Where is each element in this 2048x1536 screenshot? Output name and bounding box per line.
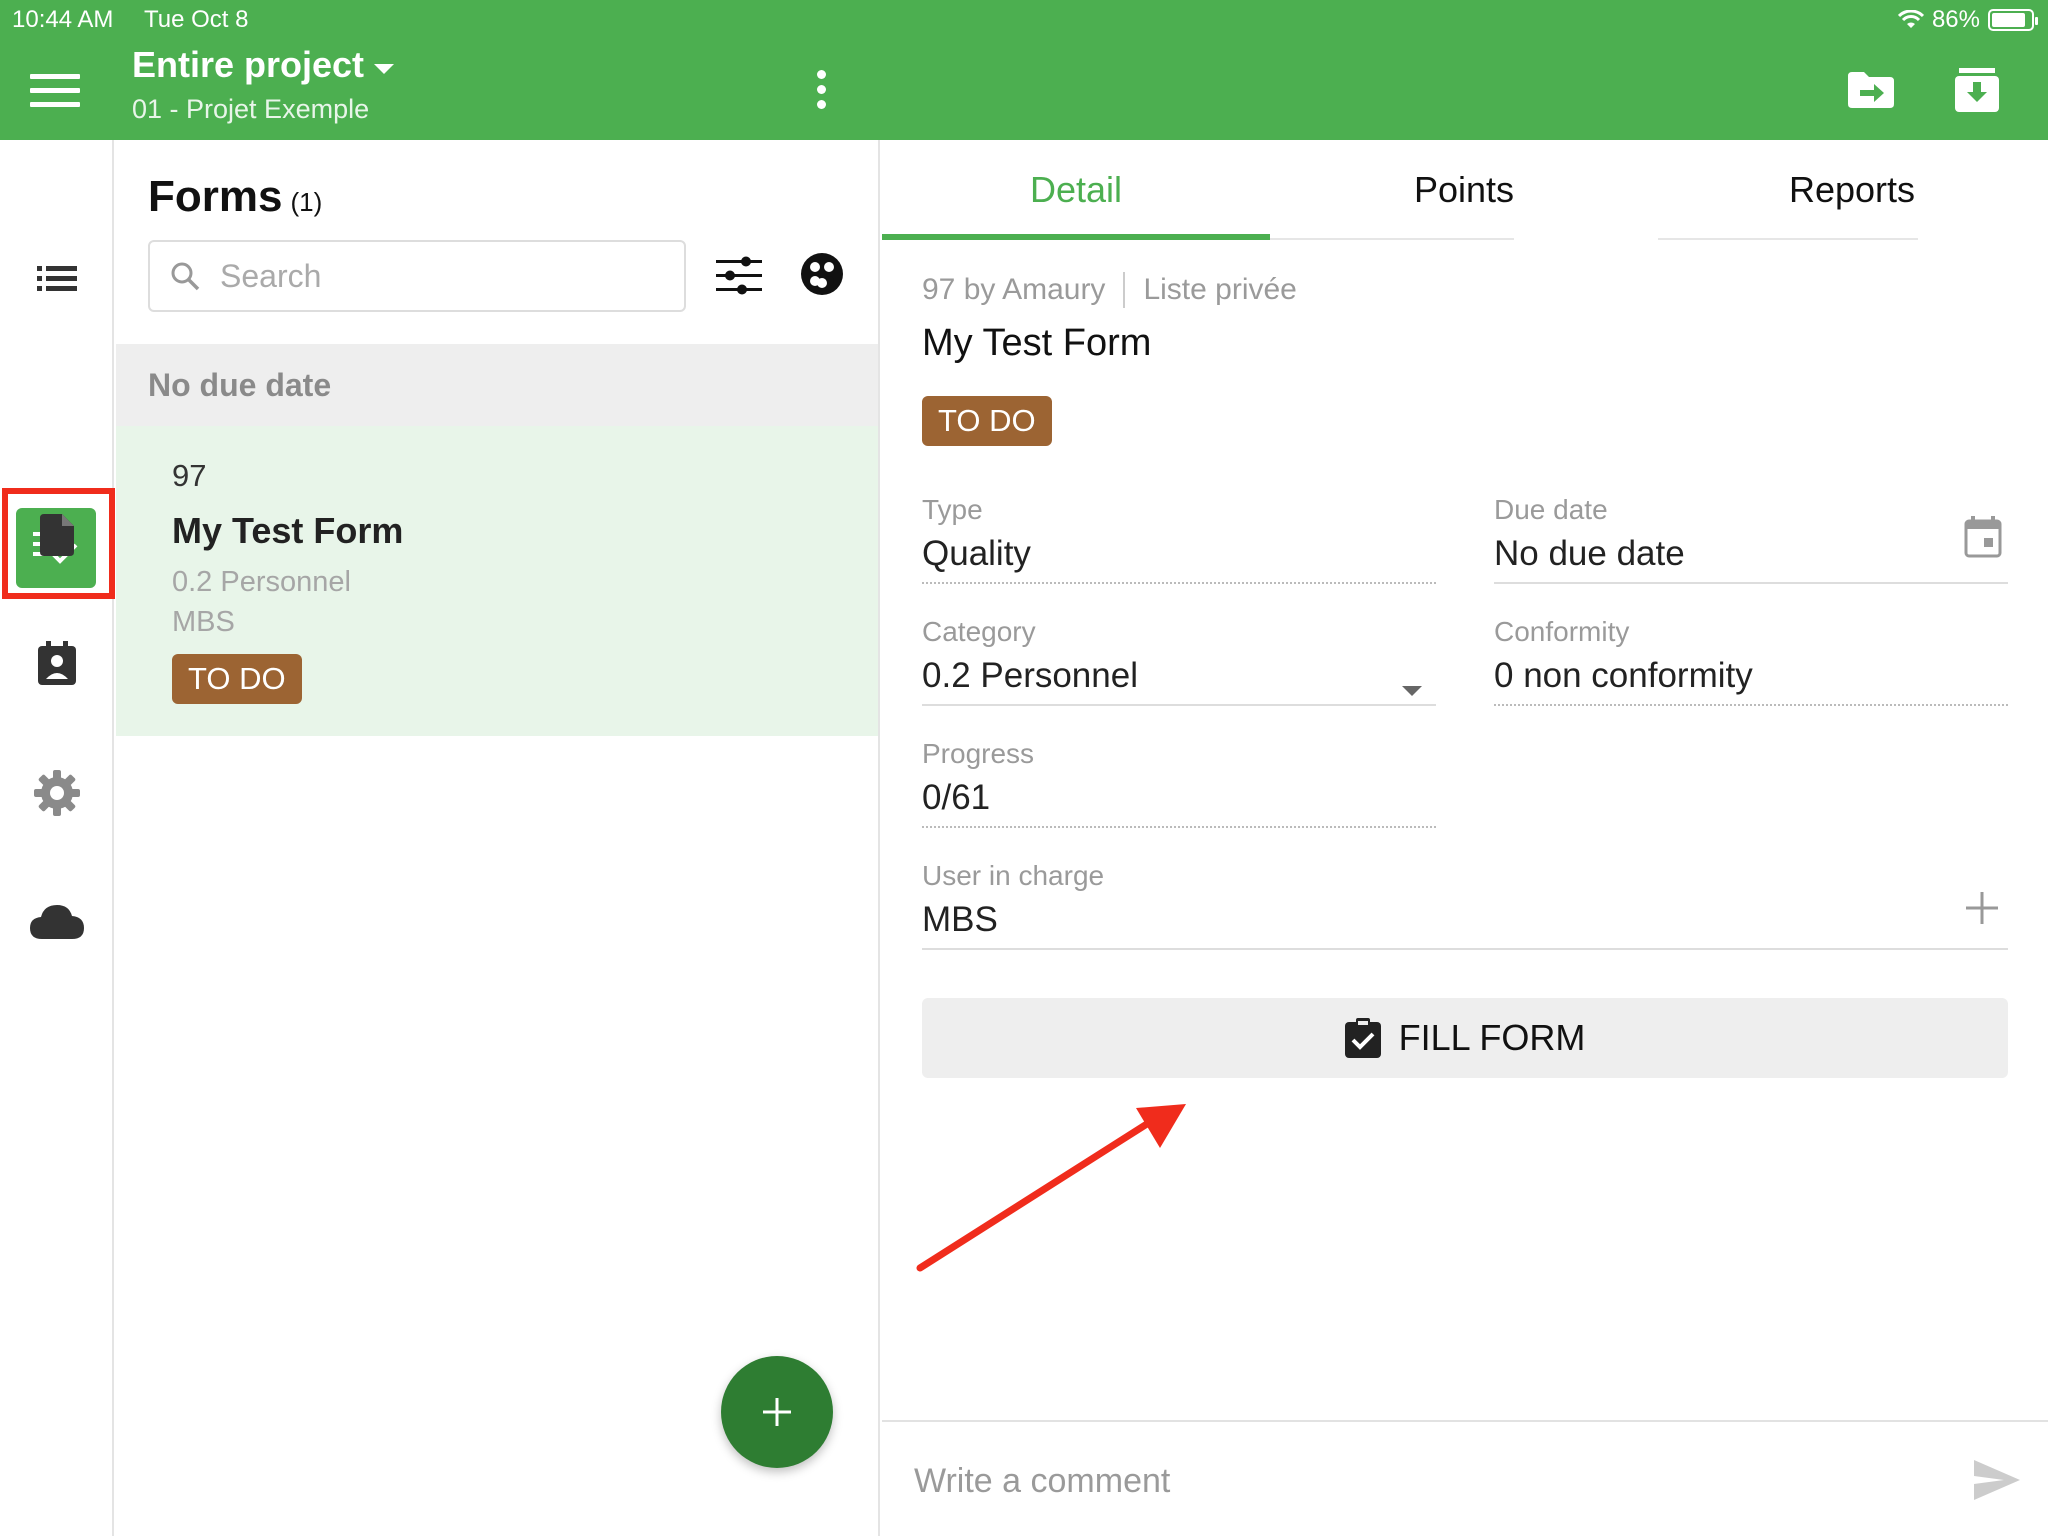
form-number: 97 (172, 458, 207, 493)
detail-title: My Test Form (922, 322, 1152, 364)
status-badge: TO DO (172, 654, 302, 704)
status-bar: 10:44 AM Tue Oct 8 86% (0, 0, 2048, 38)
forms-title-text: Forms (148, 172, 283, 221)
tab-points[interactable]: Points (1270, 140, 1658, 240)
move-to-folder-icon[interactable] (1846, 70, 1896, 110)
form-category: 0.2 Personnel (172, 566, 351, 598)
forms-title: Forms (1) (148, 172, 322, 222)
clipboard-check-icon (1344, 1018, 1381, 1058)
battery-percent: 86% (1931, 6, 1980, 33)
meta-author: 97 by Amaury (922, 273, 1106, 306)
type-label: Type (922, 494, 983, 525)
forms-count: (1) (290, 187, 323, 217)
meta-list: Liste privée (1143, 273, 1297, 306)
cloud-icon (30, 905, 84, 939)
due-date-field[interactable]: Due date No due date (1494, 494, 2008, 584)
status-right: 86% (1897, 6, 2038, 34)
group-icon[interactable] (800, 252, 844, 296)
sidebar-item-settings[interactable] (22, 758, 92, 828)
comment-bar (882, 1420, 2048, 1536)
form-meta: 97 by Amaury Liste privée (922, 272, 1297, 308)
add-form-button[interactable] (721, 1356, 833, 1468)
user-in-charge-label: User in charge (922, 860, 1105, 891)
user-in-charge-value: MBS (922, 900, 2008, 950)
filter-icon[interactable] (716, 254, 762, 298)
due-date-label: Due date (1494, 494, 1608, 525)
active-tab-indicator (882, 234, 1270, 240)
app-header: 10:44 AM Tue Oct 8 86% Entire project 01… (0, 0, 2048, 140)
fill-form-label: FILL FORM (1398, 1017, 1586, 1058)
tab-detail[interactable]: Detail (882, 140, 1270, 240)
sidebar-item-documents[interactable] (22, 500, 92, 570)
sidebar (0, 140, 115, 1536)
category-field[interactable]: Category 0.2 Personnel (922, 616, 1436, 706)
plus-icon (763, 1398, 791, 1426)
tab-reports[interactable]: Reports (1658, 140, 2046, 240)
search-box[interactable] (148, 240, 686, 312)
form-title: My Test Form (172, 510, 404, 551)
project-title[interactable]: Entire project (132, 44, 364, 86)
category-value[interactable]: 0.2 Personnel (922, 656, 1436, 706)
conformity-value: 0 non conformity (1494, 656, 2008, 706)
type-field: Type Quality (922, 494, 1436, 584)
add-user-icon[interactable] (1964, 890, 2000, 926)
menu-icon[interactable] (30, 74, 80, 110)
status-time: 10:44 AM (12, 6, 114, 33)
fill-form-button[interactable]: FILL FORM (922, 998, 2008, 1078)
tab-divider (1658, 238, 1918, 240)
chevron-down-icon[interactable] (1402, 686, 1422, 696)
conformity-field: Conformity 0 non conformity (1494, 616, 2008, 706)
search-icon (171, 262, 200, 291)
gear-icon (34, 770, 80, 816)
sidebar-item-list[interactable] (22, 244, 92, 314)
sidebar-item-sync[interactable] (22, 886, 92, 956)
chevron-down-icon[interactable] (374, 64, 394, 74)
contact-calendar-icon (38, 641, 76, 685)
conformity-label: Conformity (1494, 616, 1630, 647)
calendar-icon[interactable] (1964, 516, 2002, 558)
project-subtitle: 01 - Projet Exemple (132, 94, 370, 124)
battery-icon (1988, 9, 2038, 31)
list-icon (37, 266, 77, 291)
wifi-icon (1897, 10, 1924, 28)
due-date-value[interactable]: No due date (1494, 534, 2008, 584)
tab-bar: Detail Points Reports (882, 140, 2048, 240)
progress-value: 0/61 (922, 778, 1436, 828)
category-label: Category (922, 616, 1036, 647)
status-badge[interactable]: TO DO (922, 396, 1052, 446)
send-icon[interactable] (1974, 1460, 2020, 1500)
search-input[interactable] (218, 256, 658, 296)
detail-panel: Detail Points Reports 97 by Amaury Liste… (882, 140, 2048, 1536)
tab-divider (1270, 238, 1514, 240)
list-item[interactable]: 97 My Test Form 0.2 Personnel MBS TO DO (116, 426, 878, 736)
progress-label: Progress (922, 738, 1035, 769)
user-in-charge-field: User in charge MBS (922, 860, 2008, 950)
document-icon (40, 514, 74, 556)
annotation-arrow (916, 1104, 1186, 1272)
section-header-no-due-date: No due date (116, 344, 878, 426)
progress-field: Progress 0/61 (922, 738, 1436, 828)
form-user: MBS (172, 606, 235, 638)
type-value: Quality (922, 534, 1436, 584)
meta-divider (1123, 272, 1126, 308)
archive-download-icon[interactable] (1955, 66, 1999, 112)
more-options-icon[interactable] (813, 70, 829, 114)
comment-input[interactable] (912, 1456, 1872, 1506)
sidebar-item-contacts[interactable] (22, 628, 92, 698)
forms-list-panel: Forms(1) No due date 97 My Test Form 0.2… (116, 140, 880, 1536)
status-date: Tue Oct 8 (144, 6, 249, 33)
